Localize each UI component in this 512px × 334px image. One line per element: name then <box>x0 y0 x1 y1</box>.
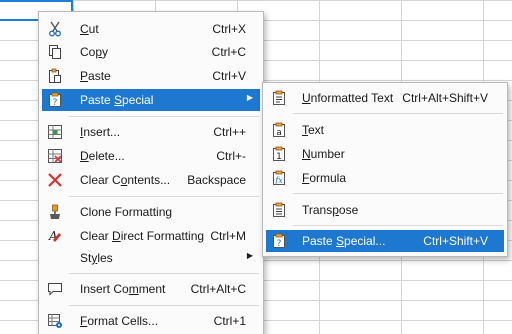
svg-text:?: ? <box>53 98 58 108</box>
menu-item-insert-comment[interactable]: Insert Comment Ctrl+Alt+C <box>42 278 260 300</box>
svg-text:a: a <box>276 128 282 138</box>
shortcut-label: Ctrl+Shift+V <box>423 234 488 248</box>
menu-item-transpose[interactable]: Transpose <box>266 199 504 221</box>
svg-text:1: 1 <box>276 152 282 162</box>
shortcut-label: Ctrl+Alt+C <box>190 282 246 296</box>
cell-context-menu: Cut Ctrl+X Copy Ctrl+C Paste Ctrl+V ? Pa… <box>38 11 264 334</box>
menu-item-label: Delete... <box>80 149 125 163</box>
menu-item-label: Paste Special... <box>302 234 386 248</box>
menu-item-label: Formula <box>302 171 347 185</box>
menu-item-paste-special[interactable]: ? Paste Special ▶ <box>42 89 260 111</box>
shortcut-label: Ctrl+- <box>216 149 246 163</box>
menu-item-clear-direct-formatting[interactable]: A Clear Direct Formatting Ctrl+M <box>42 225 260 247</box>
menu-item-format-cells[interactable]: Format Cells... Ctrl+1 <box>42 310 260 332</box>
submenu-arrow-icon: ▶ <box>246 251 253 260</box>
shortcut-label: Ctrl+M <box>210 229 246 243</box>
scissors-icon <box>47 21 63 37</box>
format-cells-icon <box>47 313 63 329</box>
menu-item-label: Insert... <box>80 125 121 139</box>
shortcut-label: Ctrl+Alt+Shift+V <box>402 91 488 105</box>
menu-item-label: Number <box>302 147 345 161</box>
menu-item-label: Unformatted Text <box>302 91 394 105</box>
paste-icon <box>47 68 63 84</box>
menu-item-label: Copy <box>80 45 109 59</box>
clear-formatting-icon: A <box>47 228 63 244</box>
transpose-icon <box>271 202 287 218</box>
menu-item-label: Clone Formatting <box>80 205 173 219</box>
menu-item-label: Transpose <box>302 203 359 217</box>
shortcut-label: Backspace <box>187 173 246 187</box>
menu-item-cut[interactable]: Cut Ctrl+X <box>42 18 260 40</box>
shortcut-label: Ctrl+1 <box>213 314 246 328</box>
paste-special-submenu: Unformatted Text Ctrl+Alt+Shift+V a Text… <box>262 82 508 257</box>
menu-item-text[interactable]: a Text <box>266 119 504 141</box>
menu-item-label: Clear Direct Formatting <box>80 229 205 243</box>
number-icon: 1 <box>271 146 287 162</box>
insert-cells-icon <box>47 124 63 140</box>
menu-separator <box>293 113 503 114</box>
text-icon: a <box>271 122 287 138</box>
unformatted-text-icon <box>271 90 287 106</box>
menu-item-label: Styles <box>80 251 113 265</box>
copy-icon <box>47 44 63 60</box>
menu-item-paste[interactable]: Paste Ctrl+V <box>42 65 260 87</box>
menu-separator <box>69 273 259 274</box>
menu-item-unformatted-text[interactable]: Unformatted Text Ctrl+Alt+Shift+V <box>266 87 504 109</box>
menu-separator <box>293 225 503 226</box>
svg-text:fx: fx <box>274 176 283 185</box>
delete-cells-icon <box>47 148 63 164</box>
menu-item-label: Paste <box>80 69 111 83</box>
menu-item-styles[interactable]: Styles ▶ <box>42 247 260 269</box>
menu-item-clear-contents[interactable]: Clear Contents... Backspace <box>42 169 260 191</box>
paste-special-icon: ? <box>271 233 287 249</box>
menu-item-number[interactable]: 1 Number <box>266 143 504 165</box>
formula-icon: fx <box>271 170 287 186</box>
menu-item-label: Text <box>302 123 325 137</box>
menu-item-label: Cut <box>80 22 99 36</box>
menu-item-label: Clear Contents... <box>80 173 171 187</box>
paste-special-icon: ? <box>47 92 63 108</box>
clear-x-icon <box>47 172 63 188</box>
menu-item-paste-special-dialog[interactable]: ? Paste Special... Ctrl+Shift+V <box>266 230 504 252</box>
menu-item-label: Insert Comment <box>80 282 166 296</box>
comment-icon <box>47 281 63 297</box>
shortcut-label: Ctrl+X <box>212 22 246 36</box>
menu-item-delete[interactable]: Delete... Ctrl+- <box>42 145 260 167</box>
shortcut-label: Ctrl+V <box>212 69 246 83</box>
submenu-arrow-icon: ▶ <box>246 93 253 102</box>
menu-item-label: Format Cells... <box>80 314 159 328</box>
shortcut-label: Ctrl+C <box>211 45 246 59</box>
menu-item-clone-formatting[interactable]: Clone Formatting <box>42 201 260 223</box>
menu-separator <box>69 305 259 306</box>
menu-separator <box>69 116 259 117</box>
menu-item-copy[interactable]: Copy Ctrl+C <box>42 41 260 63</box>
menu-separator <box>69 196 259 197</box>
paintbrush-icon <box>47 204 63 220</box>
menu-item-formula[interactable]: fx Formula <box>266 167 504 189</box>
menu-item-label: Paste Special <box>80 93 154 107</box>
menu-item-insert[interactable]: Insert... Ctrl++ <box>42 121 260 143</box>
svg-text:?: ? <box>277 239 282 249</box>
shortcut-label: Ctrl++ <box>213 125 246 139</box>
menu-separator <box>293 193 503 194</box>
